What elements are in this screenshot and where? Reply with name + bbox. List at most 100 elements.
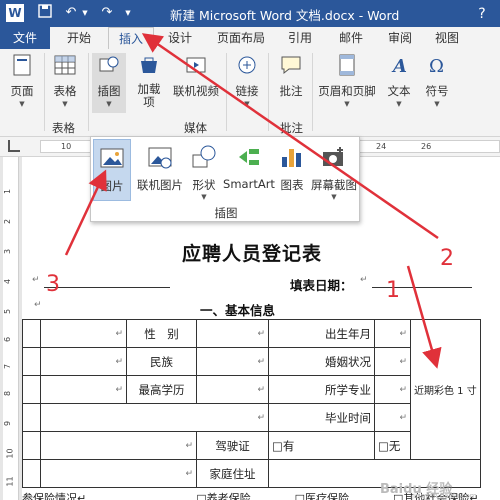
photo-cell[interactable]: 近期彩色 1 寸 <box>410 319 481 460</box>
license-no-checkbox[interactable]: □无 <box>374 431 411 460</box>
paragraph-mark: ↵ <box>32 275 40 285</box>
chevron-down-icon: ▼ <box>331 193 337 201</box>
paragraph-mark: ↵ <box>34 300 42 310</box>
online-video-button[interactable]: 联机视频 <box>172 53 220 99</box>
table-icon <box>54 55 76 75</box>
tab-home[interactable]: 开始 <box>50 27 108 49</box>
window-title: 新建 Microsoft Word 文档.docx - Word <box>170 8 400 23</box>
label-photo: 近期彩色 1 寸 <box>414 386 477 397</box>
shapes-button[interactable]: 形状 ▼ <box>187 139 221 201</box>
illustration-icon <box>99 56 119 72</box>
text-button[interactable]: A 文本 ▼ <box>384 53 414 108</box>
ribbon: 页面 ▼ 表格 ▼ 表格 插图 ▼ 加载 项 联机视频 媒体 链接 ▼ 批注 批… <box>0 49 500 137</box>
help-icon[interactable]: ? <box>472 4 492 24</box>
tab-overflow[interactable] <box>472 27 500 49</box>
paragraph-mark: ↵ <box>360 275 368 285</box>
comment-button[interactable]: 批注 <box>274 53 308 99</box>
page-icon <box>13 54 31 76</box>
group-separator <box>312 53 313 131</box>
online-picture-button[interactable]: 联机图片 <box>135 139 185 201</box>
header-footer-icon <box>339 54 355 76</box>
table-button[interactable]: 表格 ▼ <box>48 53 82 108</box>
undo-icon[interactable]: ↶ <box>62 4 80 22</box>
video-icon <box>186 57 206 73</box>
vertical-ruler[interactable]: 1 2 3 4 5 6 7 8 9 10 11 <box>3 157 19 500</box>
ribbon-tabs: 文件 开始 插入 设计 页面布局 引用 邮件 审阅 视图 <box>0 27 500 49</box>
online-picture-icon <box>148 147 172 169</box>
tab-references[interactable]: 引用 <box>276 27 324 49</box>
underline-field <box>44 287 170 288</box>
picture-button[interactable]: 图片 <box>93 139 131 201</box>
camera-icon <box>323 147 343 166</box>
illustration-gallery: 图片 联机图片 形状 ▼ SmartArt 图表 屏幕截图 ▼ 插图 <box>90 136 360 222</box>
page-button[interactable]: 页面 ▼ <box>6 53 38 108</box>
shapes-icon <box>192 145 216 168</box>
word-window: { "titlebar": { "title": "新建 Microsoft W… <box>0 0 500 500</box>
label-grad-time: 毕业时间 <box>268 403 375 432</box>
tab-design[interactable]: 设计 <box>154 27 206 49</box>
group-separator <box>268 53 269 131</box>
chevron-down-icon: ▼ <box>62 100 68 108</box>
svg-text:Ω: Ω <box>429 56 444 77</box>
chevron-down-icon: ▼ <box>396 100 402 108</box>
section-title: 一、基本信息 <box>200 303 276 318</box>
smartart-icon <box>239 149 259 165</box>
store-icon <box>141 57 157 73</box>
tab-selector-icon[interactable] <box>8 140 20 152</box>
text-box-icon: A <box>391 56 407 77</box>
tab-view[interactable]: 视图 <box>422 27 472 49</box>
license-yes-checkbox[interactable]: □有 <box>268 431 375 460</box>
label-major: 所学专业 <box>268 375 375 404</box>
svg-text:A: A <box>391 56 407 77</box>
tab-file[interactable]: 文件 <box>0 27 50 49</box>
basic-info-table: ↵ 性 别 ↵ 出生年月 ↵ 近期彩色 1 寸 ↵ 民族 ↵ 婚姻状况 ↵ ↵ … <box>22 319 481 488</box>
chevron-down-icon: ▼ <box>106 100 112 108</box>
label-education: 最高学历 <box>126 375 197 404</box>
picture-icon <box>100 148 124 168</box>
gallery-group-label: 插图 <box>214 206 238 220</box>
customize-qat-icon[interactable]: ▼ <box>122 4 134 22</box>
tab-mailings[interactable]: 邮件 <box>324 27 378 49</box>
smartart-button[interactable]: SmartArt <box>223 139 275 201</box>
group-label-comment: 批注 <box>280 121 303 135</box>
group-separator <box>44 53 45 131</box>
link-icon <box>238 56 256 74</box>
comment-icon <box>281 56 301 75</box>
group-separator <box>88 53 89 131</box>
chevron-down-icon: ▼ <box>19 100 25 108</box>
redo-icon[interactable]: ↷ <box>98 4 116 22</box>
undo-dropdown-icon[interactable]: ▼ <box>80 4 90 22</box>
document-title: 应聘人员登记表 <box>182 243 323 265</box>
annotation-number-1: 1 <box>386 278 400 303</box>
annotation-number-3: 3 <box>46 272 60 297</box>
chart-button[interactable]: 图表 <box>277 139 307 201</box>
word-logo-icon: W <box>6 4 24 22</box>
chevron-down-icon: ▼ <box>434 100 440 108</box>
label-marital: 婚姻状况 <box>268 347 375 376</box>
symbol-button[interactable]: Ω 符号 ▼ <box>420 53 454 108</box>
chevron-down-icon: ▼ <box>201 193 207 201</box>
screenshot-button[interactable]: 屏幕截图 ▼ <box>309 139 359 201</box>
illustration-button[interactable]: 插图 ▼ <box>92 53 126 113</box>
label-address: 家庭住址 <box>196 459 269 488</box>
tab-layout[interactable]: 页面布局 <box>206 27 276 49</box>
title-bar: W ↶ ▼ ↷ ▼ 新建 Microsoft Word 文档.docx - Wo… <box>0 0 500 27</box>
fill-date-label: 填表日期： <box>290 278 353 293</box>
save-icon[interactable] <box>36 4 54 22</box>
label-birth: 出生年月 <box>268 319 375 348</box>
group-separator <box>226 53 227 131</box>
chevron-down-icon: ▼ <box>244 100 250 108</box>
addin-button[interactable]: 加载 项 <box>132 53 166 109</box>
annotation-number-2: 2 <box>440 246 454 271</box>
label-gender: 性 别 <box>126 319 197 348</box>
header-footer-button[interactable]: 页眉和页脚 ▼ <box>316 53 378 108</box>
chevron-down-icon: ▼ <box>344 100 350 108</box>
tab-insert[interactable]: 插入 <box>108 27 154 49</box>
tab-review[interactable]: 审阅 <box>378 27 422 49</box>
label-ethnicity: 民族 <box>126 347 197 376</box>
label-license: 驾驶证 <box>196 431 269 460</box>
group-label-table: 表格 <box>52 121 75 135</box>
watermark-url: jingyan.baidu.com <box>412 492 477 500</box>
link-button[interactable]: 链接 ▼ <box>232 53 262 108</box>
group-label-media: 媒体 <box>184 121 207 135</box>
